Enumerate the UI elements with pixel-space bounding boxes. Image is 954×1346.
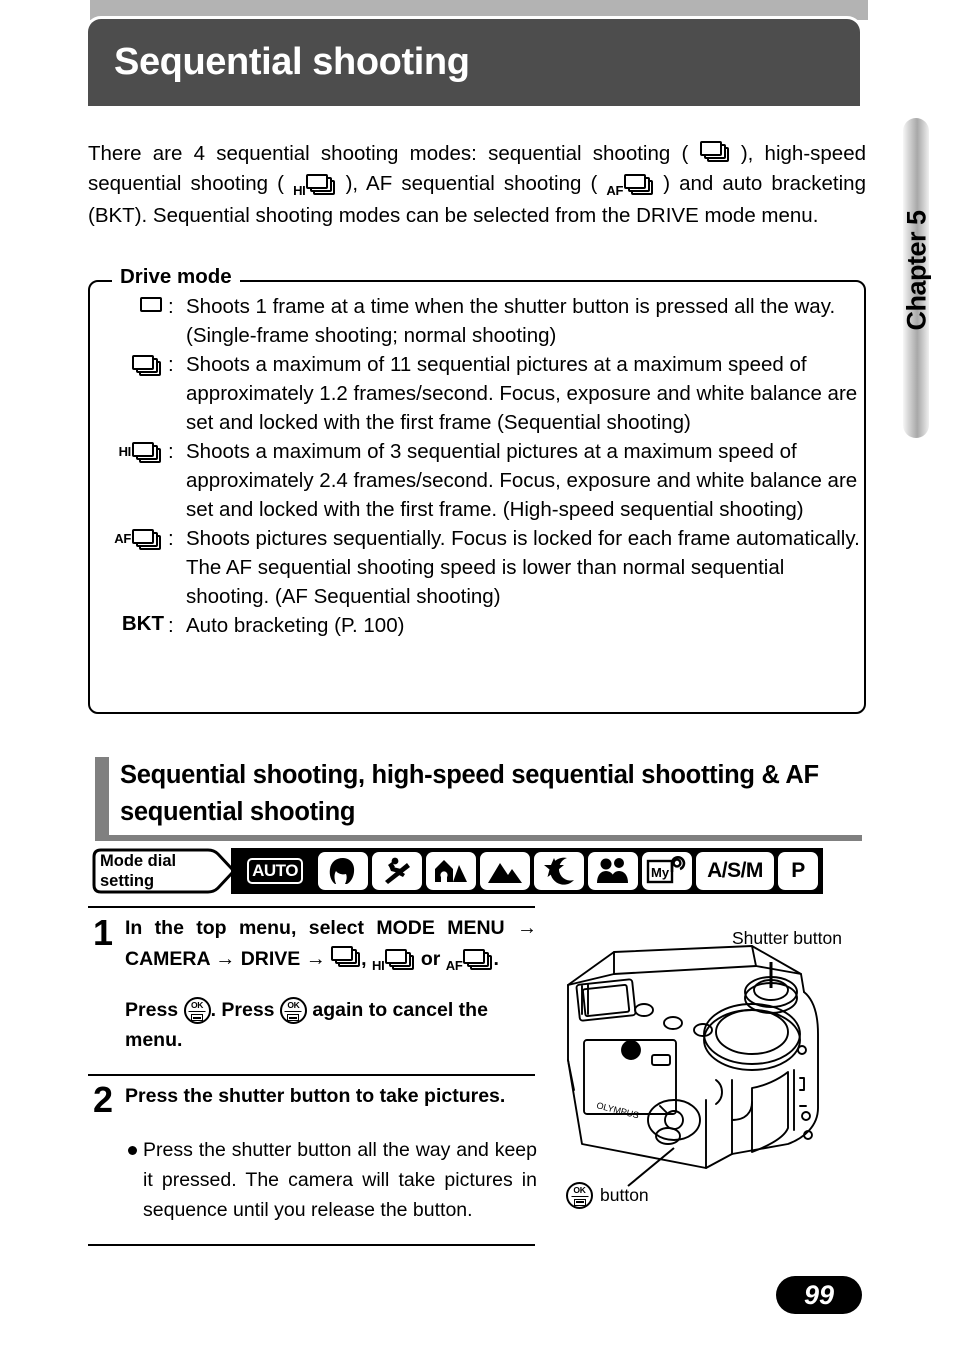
drive-mode-row: HI : Shoots a maximum of 3 sequential pi… [92,437,862,524]
drive-mode-row: AF : Shoots pictures sequentially. Focus… [92,524,862,611]
ok-button-icon: OK [566,1182,593,1209]
high-speed-sequential-icon: HI [372,949,415,979]
self-portrait-icon [597,858,628,883]
mode-dial-setting-tag: Mode dial setting [90,847,236,895]
portrait-icon [329,858,355,884]
mode-dial-strip: AUTO My A/S/M P [231,848,823,894]
af-sequential-icon: AF [446,949,494,979]
step-2-number: 2 [93,1079,114,1120]
af-sequential-icon: AF [92,524,168,551]
dial-item-night-scene[interactable] [534,852,584,890]
step-1-body: In the top menu, select MODE MENU → CAME… [125,913,537,976]
af-sequential-icon: AF [606,174,654,204]
night-scene-icon [544,857,574,885]
sequential-icon [699,141,730,163]
single-frame-icon [92,292,168,312]
drive-mode-description: Auto bracketing (P. 100) [186,614,405,637]
intro-paragraph: There are 4 sequential shooting modes: s… [88,138,866,231]
drive-mode-description: Shoots pictures sequentially. Focus is l… [186,527,860,608]
high-speed-sequential-icon: HI [293,174,336,204]
drive-mode-description: Shoots a maximum of 3 sequential picture… [186,440,858,521]
bkt-label: BKT [121,612,164,635]
drive-mode-row: BKT : Auto bracketing (P. 100) [92,611,862,640]
page-number: 99 [803,1279,835,1310]
section-underline [95,835,862,841]
ok-button-icon: OK [183,997,211,1025]
dial-item-auto[interactable]: AUTO [236,852,314,890]
drive-mode-legend: Drive mode [112,265,240,289]
step-1-or: or [420,948,441,970]
step-2-bullet-text: Press the shutter button all the way and… [143,1139,537,1221]
dial-item-program[interactable]: P [778,852,818,890]
mode-dial-setting-text: Mode dial setting [100,851,176,891]
high-speed-sequential-icon: HI [92,437,168,464]
bullet-icon [128,1146,137,1155]
dial-item-landscape[interactable] [480,852,530,890]
step-1-press-line: Press OK . Press OK again to cancel the … [125,995,537,1055]
row-colon: : [168,353,174,376]
chapter-tab-label: Chapter 5 [901,209,932,331]
sequential-icon [331,946,361,968]
manual-page: Sequential shooting Chapter 5 There are … [0,0,954,1346]
intro-text-1: There are 4 sequential shooting modes: s… [88,142,689,165]
step-2-heading: Press the shutter button to take picture… [125,1085,506,1107]
landscape-icon [488,863,522,883]
mode-tag-line-1: Mode dial [100,852,177,870]
arrow-right-icon: → [517,917,537,939]
step-1-press-b: . Press [210,999,275,1021]
drive-mode-row: : Shoots 1 frame at a time when the shut… [92,292,862,350]
step-divider-mid [88,1074,535,1076]
arrow-right-icon: → [215,948,236,970]
step-1-press-a: Press [125,999,179,1021]
sport-icon [385,857,410,884]
page-title: Sequential shooting [114,41,470,83]
drive-mode-description: Shoots a maximum of 11 sequential pictur… [186,353,858,434]
drive-mode-row: : Shoots a maximum of 11 sequential pict… [92,350,862,437]
dial-item-self-portrait[interactable] [588,852,638,890]
dial-item-a-s-m[interactable]: A/S/M [696,852,774,890]
ok-button-label: button [600,1185,649,1205]
sequential-icon [92,350,168,377]
landscape-portrait-icon [435,860,467,883]
step-1-line-a: In the top menu, select MODE MENU [125,917,505,939]
step-1-number: 1 [93,912,114,953]
my-mode-icon: My [646,856,686,884]
page-number-badge: 99 [776,1276,862,1314]
step-1-comma: , [361,948,367,970]
dial-auto-label: AUTO [247,858,303,884]
ok-button-callout: OK button [566,1182,649,1209]
dial-program-label: P [791,859,805,882]
step-divider-top [88,906,535,908]
step-1-line-b: CAMERA [125,948,210,970]
dial-item-sport[interactable] [372,852,422,890]
row-colon: : [168,527,174,550]
camera-figure: OLYMPUS Shutter button OK button [556,928,886,1230]
step-1-period: . [493,948,499,970]
row-colon: : [168,295,174,318]
drive-mode-description: Shoots 1 frame at a time when the shutte… [186,295,836,347]
chapter-tab-label-wrap: Chapter 5 [872,120,954,420]
dial-a-s-m-label: A/S/M [707,859,763,882]
section-heading: Sequential shooting, high-speed sequenti… [120,761,819,826]
svg-text:My: My [651,865,670,880]
dial-item-my-mode[interactable]: My [642,852,692,890]
ok-button-icon: OK [279,997,307,1025]
dial-item-landscape-portrait[interactable] [426,852,476,890]
dial-item-portrait[interactable] [318,852,368,890]
row-colon: : [168,614,174,637]
shutter-button-label: Shutter button [732,928,842,948]
page-title-bar: Sequential shooting [85,16,863,106]
step-divider-bottom [88,1244,535,1246]
olympus-brand: OLYMPUS [596,1100,640,1120]
section-accent-bar [95,757,109,841]
arrow-right-icon: → [305,948,326,970]
row-colon: : [168,440,174,463]
af-prefix: AF [114,531,131,546]
drive-mode-list: : Shoots 1 frame at a time when the shut… [92,292,862,640]
step-1-line-c: DRIVE [240,948,301,970]
intro-text-3: ), AF sequential shooting ( [345,172,598,195]
mode-tag-line-2: setting [100,872,155,890]
hi-prefix: HI [118,444,132,459]
